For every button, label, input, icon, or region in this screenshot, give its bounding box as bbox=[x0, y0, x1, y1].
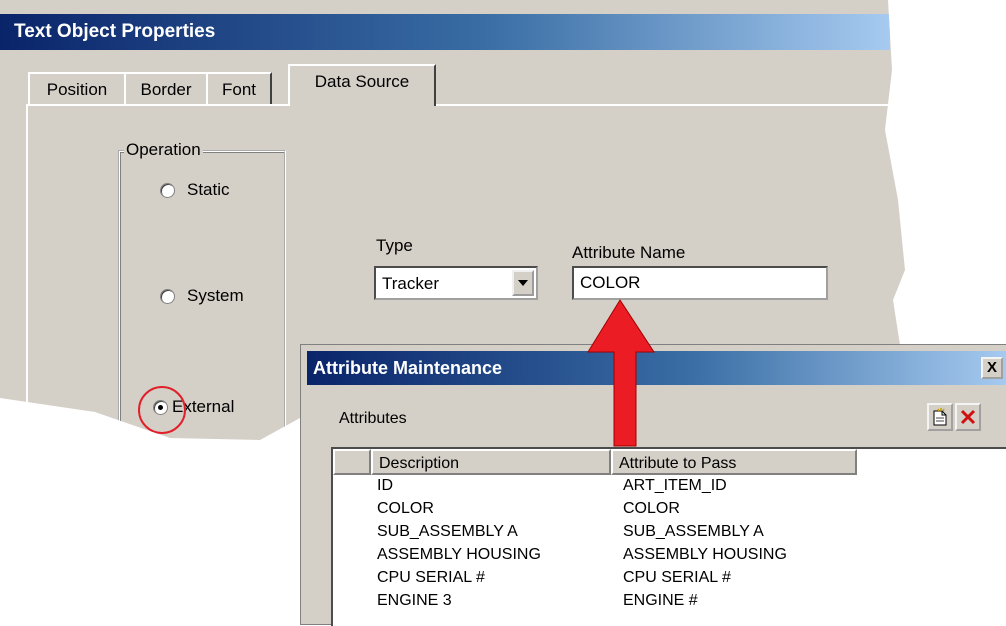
row-attribute: ART_ITEM_ID bbox=[623, 477, 727, 494]
tab-data-source[interactable]: Data Source bbox=[288, 64, 436, 106]
new-attribute-button[interactable] bbox=[927, 403, 953, 431]
delete-attribute-button[interactable] bbox=[955, 403, 981, 431]
header-selector-column[interactable] bbox=[333, 449, 371, 475]
row-description: COLOR bbox=[377, 500, 434, 517]
row-description: SUB_ASSEMBLY A bbox=[377, 523, 518, 540]
attribute-name-value: COLOR bbox=[580, 273, 641, 292]
new-document-icon bbox=[933, 408, 947, 426]
chevron-down-icon bbox=[518, 280, 528, 286]
row-description: ENGINE 3 bbox=[377, 592, 452, 609]
radio-system-button[interactable] bbox=[160, 288, 175, 304]
attributes-list[interactable]: Description Attribute to Pass ID ART_ITE… bbox=[331, 447, 1006, 626]
row-attribute: SUB_ASSEMBLY A bbox=[623, 523, 764, 540]
dialog-title-2: Attribute Maintenance bbox=[313, 358, 503, 378]
title-bar[interactable]: Text Object Properties bbox=[0, 14, 890, 50]
attributes-label: Attributes bbox=[339, 410, 407, 427]
row-description: CPU SERIAL # bbox=[377, 569, 485, 586]
radio-static-button[interactable] bbox=[160, 182, 175, 198]
row-description: ID bbox=[377, 477, 393, 494]
header-attribute-to-pass[interactable]: Attribute to Pass bbox=[611, 449, 857, 475]
row-attribute: COLOR bbox=[623, 500, 680, 517]
attribute-name-label: Attribute Name bbox=[572, 243, 686, 262]
radio-system[interactable]: System bbox=[160, 286, 244, 306]
radio-static[interactable]: Static bbox=[160, 180, 230, 200]
tab-panel-border-left bbox=[26, 104, 28, 404]
header-description[interactable]: Description bbox=[371, 449, 611, 475]
dropdown-arrow-button[interactable] bbox=[512, 270, 534, 296]
radio-system-label: System bbox=[187, 286, 244, 305]
operation-legend: Operation bbox=[124, 140, 203, 160]
row-attribute: ASSEMBLY HOUSING bbox=[623, 546, 787, 563]
tab-border[interactable]: Border bbox=[124, 72, 208, 106]
tab-position[interactable]: Position bbox=[28, 72, 126, 106]
attribute-maintenance-dialog: Attribute Maintenance X Attributes Descr… bbox=[300, 344, 1006, 626]
highlight-circle bbox=[138, 386, 186, 434]
attribute-name-input[interactable]: COLOR bbox=[572, 266, 828, 300]
list-header: Description Attribute to Pass bbox=[333, 449, 857, 475]
type-label: Type bbox=[376, 236, 413, 255]
dialog-title: Text Object Properties bbox=[14, 21, 216, 42]
type-select-value: Tracker bbox=[382, 274, 439, 293]
type-select[interactable]: Tracker bbox=[374, 266, 538, 300]
tab-font[interactable]: Font bbox=[206, 72, 272, 106]
row-description: ASSEMBLY HOUSING bbox=[377, 546, 541, 563]
close-button[interactable]: X bbox=[981, 357, 1003, 379]
tab-panel-border bbox=[26, 104, 896, 106]
delete-x-icon bbox=[960, 409, 976, 425]
radio-static-label: Static bbox=[187, 180, 230, 199]
title-bar-2[interactable]: Attribute Maintenance X bbox=[307, 351, 1006, 385]
row-attribute: ENGINE # bbox=[623, 592, 698, 609]
row-attribute: CPU SERIAL # bbox=[623, 569, 731, 586]
